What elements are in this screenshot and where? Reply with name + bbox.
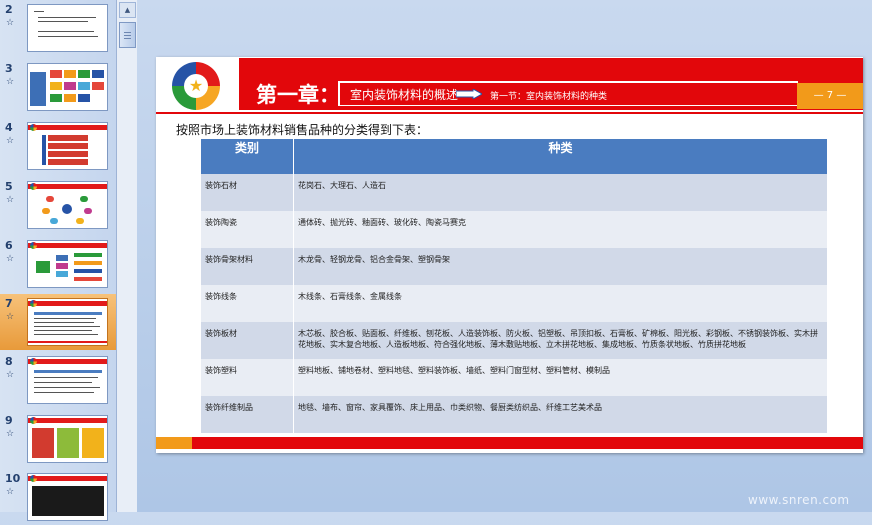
slide-preview[interactable] xyxy=(27,415,108,463)
header-category: 类别 xyxy=(234,141,259,155)
thumbnail-slide-10[interactable]: 10 ☆ xyxy=(0,469,116,525)
slide-preview[interactable] xyxy=(27,122,108,170)
page-number: — 7 — xyxy=(813,90,847,101)
animation-star-icon: ☆ xyxy=(6,18,15,28)
table-row: 装饰石材 花岗石、大理石、人造石 xyxy=(201,174,827,211)
cell-types: 通体砖、抛光砖、釉面砖、玻化砖、陶瓷马赛克 xyxy=(298,218,466,227)
cell-category: 装饰骨架材料 xyxy=(205,255,253,264)
animation-star-icon: ☆ xyxy=(6,370,15,380)
table-header-row: 类别 种类 xyxy=(201,139,827,174)
cell-category: 装饰纤维制品 xyxy=(205,403,253,412)
header-divider xyxy=(156,112,863,114)
table-row: 装饰线条 木线条、石膏线条、金属线条 xyxy=(201,285,827,322)
slide-preview[interactable] xyxy=(27,4,108,52)
slide-preview[interactable] xyxy=(27,240,108,288)
thumbnail-slide-9[interactable]: 9 ☆ xyxy=(0,411,116,467)
cell-types: 木线条、石膏线条、金属线条 xyxy=(298,292,402,301)
scroll-up-icon[interactable]: ▲ xyxy=(119,2,136,18)
footer-bar-accent xyxy=(156,437,192,449)
thumbnail-slide-3[interactable]: 3 ☆ xyxy=(0,59,116,115)
animation-star-icon: ☆ xyxy=(6,195,15,205)
thumbnail-slide-5[interactable]: 5 ☆ xyxy=(0,177,116,233)
animation-star-icon: ☆ xyxy=(6,487,15,497)
table-row: 装饰塑料 塑料地板、铺地卷材、塑料地毯、塑料装饰板、墙纸、塑料门窗型材、塑料管材… xyxy=(201,359,827,396)
thumbnail-slide-2[interactable]: 2 ☆ xyxy=(0,0,116,56)
cell-category: 装饰石材 xyxy=(205,181,237,190)
cell-category: 装饰线条 xyxy=(205,292,237,301)
slide-number: 10 xyxy=(5,472,21,485)
slide-number: 7 xyxy=(5,297,13,310)
thumbnail-slide-8[interactable]: 8 ☆ xyxy=(0,352,116,408)
table-row: 装饰陶瓷 通体砖、抛光砖、釉面砖、玻化砖、陶瓷马赛克 xyxy=(201,211,827,248)
slide-number: 9 xyxy=(5,414,13,427)
cell-types: 地毯、墙布、窗帘、家具覆饰、床上用品、巾类织物、餐厨类纺织品、纤维工艺美术品 xyxy=(298,403,602,412)
thumbnail-scrollbar[interactable]: ▲ xyxy=(116,0,137,512)
cell-category: 装饰塑料 xyxy=(205,366,237,375)
slide-canvas[interactable]: ★ 第一章： 室内装饰材料的概述 第一节：室内装饰材料的种类 — 7 — 按照市… xyxy=(156,57,863,453)
slide-preview[interactable] xyxy=(27,181,108,229)
chapter-title: 第一章： xyxy=(256,83,340,107)
slide-number: 4 xyxy=(5,121,13,134)
slide-subtitle: 室内装饰材料的概述 xyxy=(350,88,459,102)
header-types: 种类 xyxy=(548,141,573,155)
section-title: 第一节：室内装饰材料的种类 xyxy=(490,92,608,102)
animation-star-icon: ☆ xyxy=(6,136,15,146)
thumbnail-slide-7[interactable]: 7 ☆ xyxy=(0,294,116,350)
animation-star-icon: ☆ xyxy=(6,77,15,87)
cell-category: 装饰板材 xyxy=(205,329,237,338)
table-row: 装饰纤维制品 地毯、墙布、窗帘、家具覆饰、床上用品、巾类织物、餐厨类纺织品、纤维… xyxy=(201,396,827,433)
slide-preview[interactable] xyxy=(27,298,108,346)
animation-star-icon: ☆ xyxy=(6,312,15,322)
thumbnail-slide-4[interactable]: 4 ☆ xyxy=(0,118,116,174)
cell-category: 装饰陶瓷 xyxy=(205,218,237,227)
logo-icon: ★ xyxy=(172,62,220,110)
footer-bar xyxy=(192,437,863,449)
slide-preview[interactable] xyxy=(27,63,108,111)
slide-preview[interactable] xyxy=(27,473,108,521)
animation-star-icon: ☆ xyxy=(6,429,15,439)
page-number-badge: — 7 — xyxy=(797,83,863,109)
cell-types: 木龙骨、轻钢龙骨、铝合金骨架、塑钢骨架 xyxy=(298,255,450,264)
slide-preview[interactable] xyxy=(27,356,108,404)
cell-types: 木芯板、胶合板、贴面板、纤维板、刨花板、人造装饰板、防火板、铝塑板、吊顶扣板、石… xyxy=(298,329,818,349)
slide-number: 5 xyxy=(5,180,13,193)
table-row: 装饰板材 木芯板、胶合板、贴面板、纤维板、刨花板、人造装饰板、防火板、铝塑板、吊… xyxy=(201,322,827,359)
thumbnail-slide-6[interactable]: 6 ☆ xyxy=(0,236,116,292)
slide-number: 2 xyxy=(5,3,13,16)
table-row: 装饰骨架材料 木龙骨、轻钢龙骨、铝合金骨架、塑钢骨架 xyxy=(201,248,827,285)
slide-thumbnail-pane: 2 ☆ 3 ☆ 4 ☆ 5 ☆ 6 ☆ 7 ☆ 8 ☆ 9 ☆ 10 ☆ xyxy=(0,0,116,521)
slide-number: 8 xyxy=(5,355,13,368)
star-icon: ★ xyxy=(184,74,208,98)
cell-types: 塑料地板、铺地卷材、塑料地毯、塑料装饰板、墙纸、塑料门窗型材、塑料管材、模制品 xyxy=(298,366,610,375)
intro-text: 按照市场上装饰材料销售品种的分类得到下表： xyxy=(176,123,429,137)
scrollbar-thumb[interactable] xyxy=(119,22,136,48)
slide-number: 6 xyxy=(5,239,13,252)
animation-star-icon: ☆ xyxy=(6,254,15,264)
slide-number: 3 xyxy=(5,62,13,75)
cell-types: 花岗石、大理石、人造石 xyxy=(298,181,386,190)
watermark: www.snren.com xyxy=(748,493,850,507)
arrow-right-icon xyxy=(456,89,482,99)
